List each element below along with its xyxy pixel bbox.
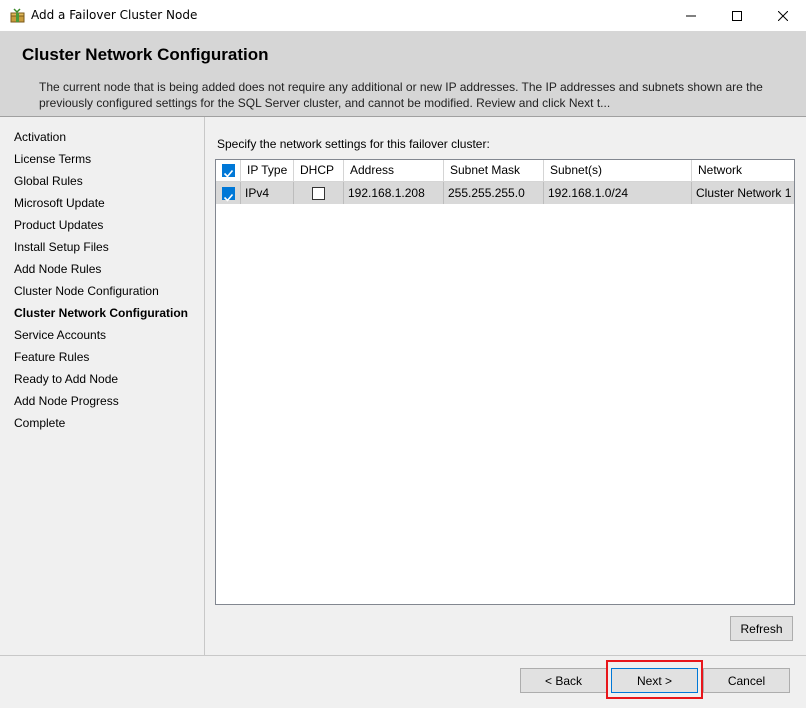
title-bar: Add a Failover Cluster Node	[0, 0, 806, 32]
refresh-button[interactable]: Refresh	[730, 616, 793, 641]
column-header-subnets[interactable]: Subnet(s)	[544, 160, 692, 181]
column-header-address[interactable]: Address	[344, 160, 444, 181]
cancel-button[interactable]: Cancel	[703, 668, 790, 693]
next-button[interactable]: Next >	[611, 668, 698, 693]
nav-item-add-node-progress[interactable]: Add Node Progress	[14, 394, 119, 408]
nav-item-complete[interactable]: Complete	[14, 416, 65, 430]
main-panel: Specify the network settings for this fa…	[205, 117, 806, 655]
close-icon	[778, 10, 788, 21]
maximize-icon	[732, 10, 742, 21]
table-row[interactable]: IPv4 192.168.1.208 255.255.255.0 192.168…	[216, 182, 794, 204]
nav-item-cluster-network-configuration[interactable]: Cluster Network Configuration	[14, 306, 188, 320]
back-button[interactable]: < Back	[520, 668, 607, 693]
column-header-network[interactable]: Network	[692, 160, 794, 181]
cell-subnets: 192.168.1.0/24	[544, 182, 692, 204]
grid-header: IP Type DHCP Address Subnet Mask Subnet(…	[216, 160, 794, 182]
checkmark-icon	[223, 193, 234, 202]
checkmark-icon	[223, 169, 234, 178]
row-checkbox[interactable]	[222, 187, 235, 202]
maximize-button[interactable]	[714, 0, 760, 31]
select-all-checkbox[interactable]	[222, 164, 235, 178]
footer-divider	[0, 655, 806, 656]
window-title: Add a Failover Cluster Node	[31, 8, 198, 22]
close-button[interactable]	[760, 0, 806, 31]
header-select-all[interactable]	[216, 160, 241, 181]
dhcp-checkbox[interactable]	[312, 187, 325, 200]
cell-dhcp	[294, 182, 344, 204]
setup-box-icon	[10, 8, 25, 23]
nav-item-activation[interactable]: Activation	[14, 130, 66, 144]
nav-item-install-setup-files[interactable]: Install Setup Files	[14, 240, 109, 254]
page-description: The current node that is being added doe…	[39, 80, 763, 110]
nav-item-add-node-rules[interactable]: Add Node Rules	[14, 262, 101, 276]
nav-item-license-terms[interactable]: License Terms	[14, 152, 91, 166]
cell-subnet-mask: 255.255.255.0	[444, 182, 544, 204]
minimize-icon	[686, 11, 696, 21]
minimize-button[interactable]	[668, 0, 714, 31]
nav-item-microsoft-update[interactable]: Microsoft Update	[14, 196, 105, 210]
column-header-ip-type[interactable]: IP Type	[241, 160, 294, 181]
nav-item-ready-to-add-node[interactable]: Ready to Add Node	[14, 372, 118, 386]
nav-item-cluster-node-configuration[interactable]: Cluster Node Configuration	[14, 284, 159, 298]
nav-item-product-updates[interactable]: Product Updates	[14, 218, 103, 232]
row-select-cell[interactable]	[216, 182, 241, 204]
page-title: Cluster Network Configuration	[22, 45, 269, 64]
column-header-subnet-mask[interactable]: Subnet Mask	[444, 160, 544, 181]
steps-nav: Activation License Terms Global Rules Mi…	[0, 117, 205, 655]
instruction-text: Specify the network settings for this fa…	[217, 137, 490, 151]
cell-network: Cluster Network 1	[696, 186, 792, 200]
nav-item-feature-rules[interactable]: Feature Rules	[14, 350, 89, 364]
cell-address: 192.168.1.208	[344, 182, 444, 204]
cell-ip-type: IPv4	[241, 182, 294, 204]
network-settings-grid: IP Type DHCP Address Subnet Mask Subnet(…	[215, 159, 795, 605]
nav-item-global-rules[interactable]: Global Rules	[14, 174, 83, 188]
nav-item-service-accounts[interactable]: Service Accounts	[14, 328, 106, 342]
setup-window: Add a Failover Cluster Node Cluster Netw…	[0, 0, 806, 708]
column-header-dhcp[interactable]: DHCP	[294, 160, 344, 181]
page-header: Cluster Network Configuration The curren…	[0, 31, 806, 117]
